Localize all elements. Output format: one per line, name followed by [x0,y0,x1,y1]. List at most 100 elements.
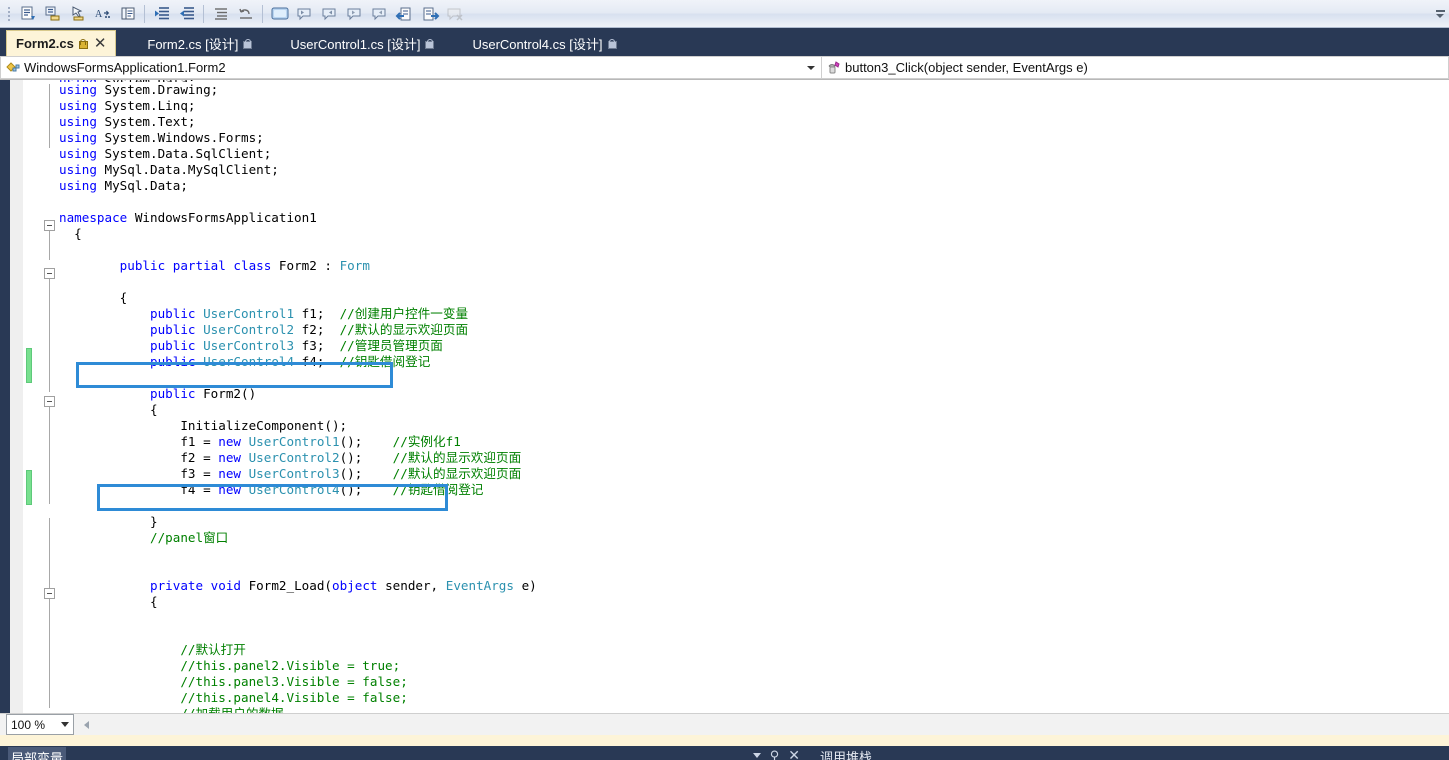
code-token: f1; [294,306,340,321]
find-symbol-icon[interactable]: A [90,2,115,26]
change-marker [26,470,32,505]
code-token: { [119,290,128,305]
clear-bookmarks-icon[interactable] [442,2,467,26]
zoom-level-label: 100 % [11,717,46,732]
pin-icon[interactable]: ⚲ [770,749,780,760]
code-token: //this.panel3.Visible = false; [180,674,408,689]
outlining-guide [49,406,50,504]
previous-bookmark-icon[interactable] [292,2,317,26]
next-bookmark-icon[interactable] [317,2,342,26]
outlining-collapse-constructor[interactable] [44,396,55,407]
lock-icon [425,38,435,49]
outlining-collapse-method[interactable] [44,588,55,599]
svg-text:A: A [95,9,103,20]
toggle-all-outlining-icon[interactable] [267,2,292,26]
code-token: //默认的显示欢迎页面 [339,322,469,337]
chevron-down-icon[interactable] [61,722,69,727]
toolbar-separator [262,4,263,23]
increase-indent-icon[interactable] [174,2,199,26]
code-token: //panel窗口 [150,530,229,545]
navigate-backward-icon[interactable] [392,2,417,26]
code-text[interactable]: using System.Data;using System.Drawing;u… [59,80,1449,713]
toolbar-grip[interactable] [5,5,13,23]
code-token: new [218,450,249,465]
code-token: Form2 [278,258,317,273]
code-token: (); [339,482,393,497]
code-token: public [150,306,204,321]
tab-usercontrol1-cs-design[interactable]: UserControl1.cs [设计] [281,31,441,56]
horizontal-scroll-left-button[interactable] [80,717,93,733]
code-token: public [150,386,204,401]
code-line: f1 = new UserControl1(); //实例化f1 [59,434,1449,450]
code-line: { [59,594,1449,610]
code-token: f2; [294,322,340,337]
tab-label: UserControl4.cs [设计] [472,37,603,52]
next-bookmark-folder-icon[interactable] [367,2,392,26]
navigate-forward-icon[interactable] [417,2,442,26]
member-dropdown[interactable]: button3_Click(object sender, EventArgs e… [822,56,1449,79]
code-token: using [59,162,97,177]
close-icon[interactable]: ✕ [94,36,107,51]
code-token: MySql.Data.MySqlClient; [96,162,279,177]
undo-icon[interactable] [233,2,258,26]
code-line: //panel窗口 [59,530,1449,546]
method-private-icon [826,60,842,76]
decrease-indent-icon[interactable] [149,2,174,26]
code-line: { [59,402,1449,418]
comment-selection-icon[interactable] [15,2,40,26]
tab-form2-cs-design[interactable]: Form2.cs [设计] [138,31,259,56]
tab-form2-cs[interactable]: Form2.cs ✕ [6,30,117,56]
change-marker [26,348,32,383]
code-token: //实例化f1 [392,434,461,449]
previous-bookmark-folder-icon[interactable] [342,2,367,26]
code-token: e) [513,578,537,593]
tool-window-tab-locals[interactable]: 局部变量 [8,747,67,760]
editor-selection-margin[interactable] [10,80,23,713]
code-token: UserControl2 [248,450,340,465]
toolbar-overflow-button[interactable] [1434,4,1446,24]
toolbar-separator [203,4,204,23]
code-token: UserControl4 [203,354,295,369]
code-token: f3; [294,338,340,353]
code-token: UserControl2 [203,322,295,337]
outlining-collapse-namespace[interactable] [44,220,55,231]
code-line: { [59,226,1449,242]
code-token: System.Data.SqlClient; [96,146,272,161]
window-dropdown-icon[interactable] [752,752,761,758]
outlining-collapse-class[interactable] [44,268,55,279]
code-line: public partial class Form2 : Form [59,258,1449,274]
toolbar-separator [144,4,145,23]
code-token: Form2() [203,386,257,401]
code-line: using System.Windows.Forms; [59,130,1449,146]
code-editor[interactable]: using System.Data;using System.Drawing;u… [0,80,1449,713]
code-token: //默认的显示欢迎页面 [392,450,522,465]
class-icon [5,60,21,76]
uncomment-selection-icon[interactable] [40,2,65,26]
format-document-icon[interactable] [208,2,233,26]
close-panel-icon[interactable]: ✕ [788,748,800,760]
code-line: using System.Linq; [59,98,1449,114]
code-token: public partial class [119,258,279,273]
code-token: EventArgs [445,578,514,593]
insert-snippet-icon[interactable] [115,2,140,26]
tool-window-tab-callstack[interactable]: 调用堆栈 [820,747,872,760]
code-token: System.Text; [96,114,196,129]
tab-usercontrol4-cs-design[interactable]: UserControl4.cs [设计] [463,31,623,56]
type-dropdown[interactable]: WindowsFormsApplication1.Form2 [0,56,822,79]
code-line: //this.panel3.Visible = false; [59,674,1449,690]
outlining-guide [49,598,50,708]
editor-outlining-margin[interactable] [41,80,59,713]
toggle-bookmark-icon[interactable] [65,2,90,26]
zoom-level-dropdown[interactable]: 100 % [6,714,74,735]
chevron-down-icon[interactable] [807,65,815,70]
code-line: namespace WindowsFormsApplication1 [59,210,1449,226]
code-line: public UserControl4 f4; //钥匙借阅登记 [59,354,1449,370]
code-token: //this.panel4.Visible = false; [180,690,408,705]
editor-footer: 100 % [0,713,1449,735]
code-token: new [218,434,249,449]
code-token: //默认打开 [180,642,246,657]
